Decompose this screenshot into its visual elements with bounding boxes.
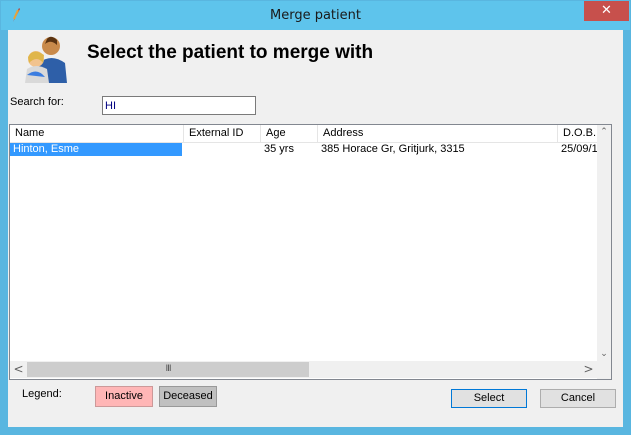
title-bar[interactable]: Merge patient ✕ [1,1,630,30]
column-header-external-id[interactable]: External ID [184,125,261,142]
close-button[interactable]: ✕ [584,1,629,21]
cell-address: 385 Horace Gr, Gritjurk, 3315 [321,143,465,155]
patient-list[interactable]: Name External ID Age Address D.O.B. Hint… [9,124,612,380]
column-header-age[interactable]: Age [261,125,318,142]
legend-inactive-badge: Inactive [95,386,153,407]
table-row[interactable]: Hinton, Esme 35 yrs 385 Horace Gr, Gritj… [10,143,597,156]
select-button[interactable]: Select [451,389,527,408]
search-input[interactable] [102,96,256,115]
page-title: Select the patient to merge with [87,42,374,63]
list-header: Name External ID Age Address D.O.B. [10,125,597,143]
cell-name: Hinton, Esme [10,143,182,156]
patients-icon [25,36,67,83]
cell-external-id [184,143,261,156]
scroll-thumb[interactable]: III [27,362,309,377]
cell-dob: 25/09/198 [561,143,597,155]
cell-age: 35 yrs [264,143,294,155]
scroll-up-icon[interactable]: ⌃ [597,125,611,139]
dialog-body: Select the patient to merge with Search … [8,30,623,427]
vertical-scrollbar[interactable]: ⌃ ⌄ [597,125,611,379]
search-label: Search for: [10,96,64,108]
scroll-right-icon[interactable]: > [580,361,597,378]
legend-label: Legend: [22,388,62,400]
cancel-button[interactable]: Cancel [540,389,616,408]
column-header-name[interactable]: Name [10,125,184,142]
scroll-down-icon[interactable]: ⌄ [597,347,611,361]
legend-deceased-badge: Deceased [159,386,217,407]
horizontal-scrollbar[interactable]: < III > [10,361,611,378]
column-header-dob[interactable]: D.O.B. [558,125,597,142]
merge-patient-window: Merge patient ✕ Select the patient to me… [0,0,631,435]
window-title: Merge patient [270,8,361,23]
column-header-address[interactable]: Address [318,125,558,142]
scroll-left-icon[interactable]: < [10,361,27,378]
